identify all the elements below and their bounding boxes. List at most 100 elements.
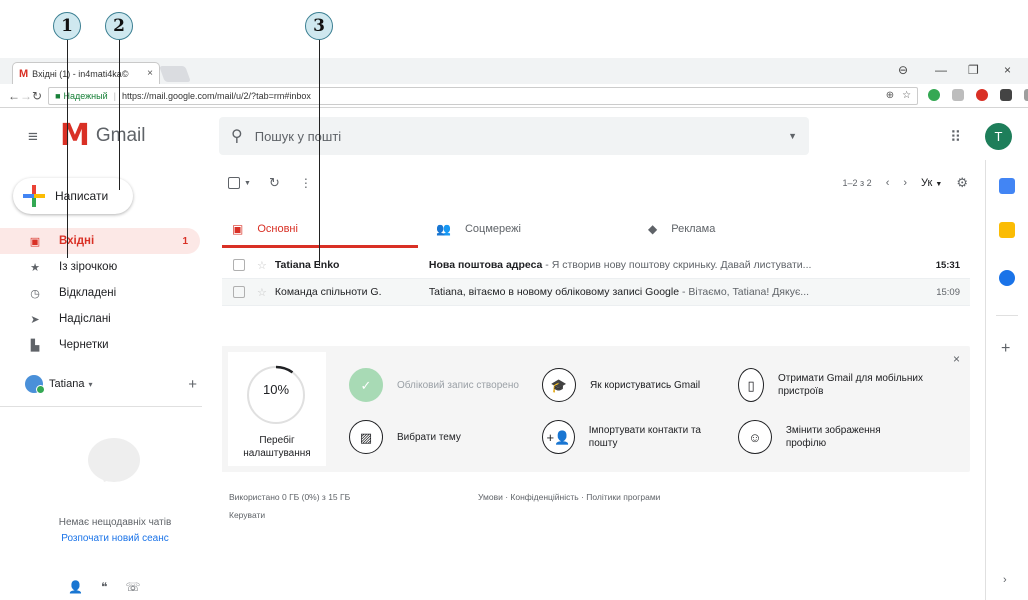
account-avatar[interactable]: T xyxy=(985,123,1012,150)
tasks-icon[interactable] xyxy=(999,270,1015,286)
more-actions-icon[interactable]: ⋮ xyxy=(300,176,312,190)
manage-storage-link[interactable]: Керувати xyxy=(229,510,265,520)
tab-0[interactable]: ▣ Основні xyxy=(222,210,418,248)
message-sender: Команда спільноти G. xyxy=(274,286,382,298)
tab-1[interactable]: 👥 Соцмережі xyxy=(418,210,630,248)
tab-2[interactable]: ◆ Реклама xyxy=(630,210,842,248)
setup-item-text: Вибрати тему xyxy=(397,431,461,443)
search-options-caret-icon[interactable]: ▼ xyxy=(788,131,797,141)
callout-3: 3 xyxy=(305,12,333,40)
pagination-text: 1–2 з 2 xyxy=(842,178,872,188)
profile-icon[interactable]: ⊖ xyxy=(898,63,908,77)
sidebar-item-1[interactable]: ★ Із зірочкою xyxy=(0,254,200,280)
hangouts-icon[interactable]: ❝ xyxy=(101,580,107,594)
extension-drive-icon[interactable] xyxy=(1024,89,1028,101)
sidebar-item-3[interactable]: ➤ Надіслані xyxy=(0,306,200,332)
extension-red-icon[interactable] xyxy=(976,89,989,101)
new-tab-button[interactable] xyxy=(159,66,191,82)
callout-2: 2 xyxy=(105,12,133,40)
hangouts-user[interactable]: Tatiana ▾ + xyxy=(25,375,197,394)
search-input[interactable] xyxy=(254,128,789,144)
select-all-checkbox[interactable] xyxy=(228,177,240,189)
message-row[interactable]: ☆ Tatiana Enko Нова поштова адреса - Я ств… xyxy=(222,252,970,279)
sidebar-item-count: 1 xyxy=(182,235,188,247)
star-toggle-icon[interactable]: ☆ xyxy=(257,286,267,299)
extension-green-icon[interactable] xyxy=(928,89,941,101)
start-session-link[interactable]: Розпочати новий сеанс xyxy=(0,533,230,544)
tab-close-icon[interactable]: × xyxy=(147,68,153,79)
setup-close-icon[interactable]: × xyxy=(953,352,960,366)
sidebar-item-label: Чернетки xyxy=(59,339,109,351)
bookmark-star-icon[interactable]: ☆ xyxy=(902,90,911,101)
window-close-icon[interactable]: × xyxy=(1004,63,1011,77)
star-toggle-icon[interactable]: ☆ xyxy=(257,259,267,272)
forward-arrow-icon[interactable]: → xyxy=(20,89,32,103)
star-icon: ★ xyxy=(30,261,40,274)
setup-item-0[interactable]: ✓ Обліковий запис створено xyxy=(349,368,534,402)
calendar-icon[interactable] xyxy=(999,178,1015,194)
setup-progress-card[interactable]: 10% Перебіг налаштування xyxy=(222,346,332,472)
message-row[interactable]: ☆ Команда спільноти G. Tatiana, вітаємо в … xyxy=(222,279,970,306)
back-arrow-icon[interactable]: ← xyxy=(8,89,20,103)
message-list: ☆ Tatiana Enko Нова поштова адреса - Я ств… xyxy=(222,252,970,306)
side-panel: + › xyxy=(985,160,1028,600)
settings-gear-icon[interactable]: ⚙ xyxy=(956,175,968,191)
sidebar-item-2[interactable]: ◷ Відкладені xyxy=(0,280,200,306)
setup-item-2[interactable]: ▯ Отримати Gmail для мобільних пристроїв xyxy=(738,368,923,402)
setup-item-text: Імпортувати контакти та пошту xyxy=(588,425,701,449)
hangouts-caret-icon[interactable]: ▾ xyxy=(88,380,92,389)
select-caret-icon[interactable]: ▼ xyxy=(244,180,251,187)
contacts-icon[interactable]: 👤 xyxy=(68,580,83,594)
callout-2-line xyxy=(119,40,120,190)
setup-item-3[interactable]: ▨ Вибрати тему xyxy=(349,420,534,454)
input-language-button[interactable]: Ук ▼ xyxy=(921,177,942,189)
get-addons-plus-icon[interactable]: + xyxy=(1001,340,1010,358)
storage-usage-text: Використано 0 ГБ (0%) з 15 ГБ xyxy=(229,492,351,502)
expand-panel-icon[interactable]: › xyxy=(1003,574,1007,586)
new-chat-plus-icon[interactable]: + xyxy=(188,376,197,393)
tag-icon: ◆ xyxy=(648,222,658,236)
message-subject-line: Нова поштова адреса - Я створив нову пош… xyxy=(429,259,920,271)
footer-policy-links[interactable]: Умови · Конфіденційність · Політики прог… xyxy=(478,492,660,502)
extension-grey-icon[interactable] xyxy=(952,89,965,101)
zoom-icon[interactable]: ⊕ xyxy=(886,90,894,101)
message-time: 15:09 xyxy=(936,286,960,298)
url-field[interactable]: ■ Надежный | https://mail.google.com/mai… xyxy=(48,86,919,105)
browser-tab-title: Вхідні (1) - in4mati4ka© xyxy=(32,68,129,79)
setup-progress-panel: × 10% Перебіг налаштування ✓ Обліковий за… xyxy=(222,346,970,472)
next-page-icon[interactable]: › xyxy=(903,177,907,189)
phone-call-icon[interactable]: ☏ xyxy=(125,580,140,594)
url-text: https://mail.google.com/mail/u/2/?tab=rm… xyxy=(122,90,311,101)
browser-tab-bar: M Вхідні (1) - in4mati4ka© × ⊖ — ❐ × xyxy=(0,58,1028,84)
extension-pocket-icon[interactable] xyxy=(1000,89,1013,101)
callout-1-line xyxy=(67,40,68,258)
keep-icon[interactable] xyxy=(999,222,1015,238)
prev-page-icon[interactable]: ‹ xyxy=(886,177,890,189)
refresh-icon[interactable]: ↻ xyxy=(269,175,280,191)
minimize-icon[interactable]: — xyxy=(935,63,947,77)
restore-icon[interactable]: ❐ xyxy=(968,63,979,77)
people-icon: 👥 xyxy=(436,222,451,236)
compose-button[interactable]: Написати xyxy=(13,178,133,214)
account-icon: ☺ xyxy=(738,420,772,454)
setup-item-1[interactable]: 🎓 Як користуватись Gmail xyxy=(542,368,727,402)
browser-tab[interactable]: M Вхідні (1) - in4mati4ka© × xyxy=(12,62,160,84)
callout-1: 1 xyxy=(53,12,81,40)
gmail-logo[interactable]: M Gmail xyxy=(60,121,145,151)
setup-item-5[interactable]: ☺ Змінити зображення профілю xyxy=(738,420,923,454)
gmail-logo-icon: M xyxy=(60,118,90,153)
reload-icon[interactable]: ↻ xyxy=(32,89,42,103)
sidebar-item-4[interactable]: ▙ Чернетки xyxy=(0,332,200,358)
search-icon[interactable]: ⚲ xyxy=(231,126,243,146)
message-subject: Tatiana, вітаємо в новому обліковому зап… xyxy=(428,286,680,298)
setup-item-4[interactable]: +👤 Імпортувати контакти та пошту xyxy=(542,420,727,454)
sidebar-nav: ▣ Вхідні 1 ★ Із зірочкою ◷ Відкладені ➤ Надіслан… xyxy=(0,228,200,358)
message-checkbox[interactable] xyxy=(233,259,245,271)
main-menu-icon[interactable]: ≡ xyxy=(28,127,38,147)
send-icon: ➤ xyxy=(30,313,40,326)
sidebar-item-0[interactable]: ▣ Вхідні 1 xyxy=(0,228,200,254)
hangouts-user-name: Tatiana xyxy=(49,378,85,390)
message-checkbox[interactable] xyxy=(233,286,245,298)
sidebar-divider xyxy=(0,406,202,407)
google-apps-icon[interactable]: ⠿ xyxy=(950,128,961,146)
